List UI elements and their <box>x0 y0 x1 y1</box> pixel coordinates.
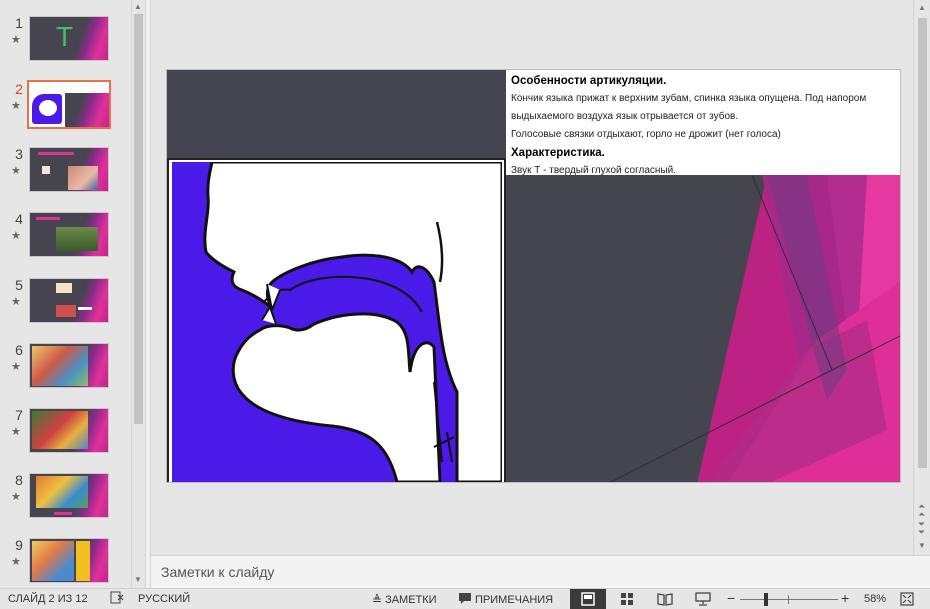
slide-preview <box>29 538 109 583</box>
thumb-title-letter: T <box>56 21 74 52</box>
slide-thumbnail-4[interactable]: 4 ★ <box>0 211 128 271</box>
slide-thumbnail-1[interactable]: 1 ★ T <box>0 15 128 75</box>
animation-star-icon: ★ <box>11 165 21 177</box>
slide-counter: СЛАЙД 2 ИЗ 12 <box>8 593 88 605</box>
slide-number: 7 <box>15 407 23 423</box>
notes-button-label: ЗАМЕТКИ <box>385 593 437 606</box>
scroll-down-arrow-icon[interactable]: ▼ <box>134 575 142 584</box>
slide-number: 5 <box>15 277 23 293</box>
mouth-profile-image <box>172 162 502 482</box>
animation-star-icon: ★ <box>11 230 21 242</box>
slide-thumbnail-2[interactable]: 2 ★ <box>0 80 128 141</box>
comments-button-label: ПРИМЕЧАНИЯ <box>475 593 554 606</box>
animation-star-icon: ★ <box>11 34 21 46</box>
slide-thumbnail-5[interactable]: 5 ★ <box>0 277 128 337</box>
notes-pane[interactable]: Заметки к слайду <box>151 555 930 588</box>
slide-preview <box>29 212 109 257</box>
slide-number: 4 <box>15 211 23 227</box>
status-bar: СЛАЙД 2 ИЗ 12 РУССКИЙ ≜ ЗАМЕТКИ ПРИМЕЧАН… <box>0 588 930 609</box>
articulation-text: Кончик языка прижат к верхним зубам, спи… <box>511 93 867 122</box>
characteristic-text: Звук Т - твердый глухой согласный. <box>511 165 676 176</box>
articulation-heading: Особенности артикуляции. <box>511 75 667 87</box>
previous-slide-icon[interactable]: ⏶ ⏶ <box>918 502 925 519</box>
slide-thumbnail-6[interactable]: 6 ★ <box>0 342 128 402</box>
normal-view-button[interactable] <box>570 589 606 609</box>
slide-preview <box>29 343 109 388</box>
slide-number: 8 <box>15 472 23 488</box>
spell-check-icon[interactable] <box>110 591 124 608</box>
vocal-cords-text: Голосовые связки отдыхают, горло не дрож… <box>511 129 781 140</box>
scroll-up-arrow-icon[interactable]: ▲ <box>134 2 142 11</box>
animation-star-icon: ★ <box>11 426 21 438</box>
slide-preview <box>29 408 109 453</box>
slide-scrollbar[interactable]: ▲ ⏶ ⏶ ⏷ ⏷ ▼ <box>913 0 930 555</box>
scrollbar-thumb[interactable] <box>134 14 143 424</box>
slide-thumbnail-8[interactable]: 8 ★ <box>0 472 128 532</box>
reading-view-icon[interactable] <box>657 592 673 609</box>
animation-star-icon: ★ <box>11 100 21 112</box>
slide-preview <box>29 147 109 192</box>
slide-number: 1 <box>15 15 23 31</box>
slide-thumbnail-pane: 1 ★ T 2 ★ 3 ★ 4 ★ 5 ★ 6 ★ 7 ★ 8 ★ 9 ★ <box>0 0 131 588</box>
animation-star-icon: ★ <box>11 491 21 503</box>
scroll-down-arrow-icon[interactable]: ▼ <box>918 541 926 550</box>
articulation-text-box[interactable]: Особенности артикуляции. Кончик языка пр… <box>506 70 900 176</box>
slide-number: 9 <box>15 537 23 553</box>
fit-to-window-icon[interactable] <box>900 592 914 609</box>
zoom-level[interactable]: 58% <box>864 593 886 605</box>
slide-preview <box>29 473 109 518</box>
language-indicator[interactable]: РУССКИЙ <box>138 593 190 605</box>
next-slide-icon[interactable]: ⏷ ⏷ <box>918 520 925 537</box>
animation-star-icon: ★ <box>11 361 21 373</box>
notes-icon: ≜ <box>372 592 383 607</box>
scrollbar-thumb[interactable] <box>918 18 927 468</box>
zoom-in-button[interactable]: + <box>841 590 849 606</box>
characteristic-heading: Характеристика. <box>511 147 605 159</box>
normal-view-icon <box>581 592 595 606</box>
notes-button[interactable]: ≜ ЗАМЕТКИ <box>372 590 437 609</box>
slide-preview: T <box>29 16 109 61</box>
slide-number: 2 <box>15 81 23 97</box>
slide-preview <box>27 80 111 129</box>
slide-thumbnail-3[interactable]: 3 ★ <box>0 146 128 206</box>
animation-star-icon: ★ <box>11 556 21 568</box>
slide-number: 3 <box>15 146 23 162</box>
slide-number: 6 <box>15 342 23 358</box>
slide-canvas[interactable]: Особенности артикуляции. Кончик языка пр… <box>166 69 901 483</box>
zoom-slider-handle[interactable] <box>763 593 768 606</box>
thumbnail-scrollbar[interactable]: ▲ ▼ <box>131 0 145 588</box>
zoom-out-button[interactable]: − <box>727 590 735 606</box>
slide-sorter-view-icon[interactable] <box>620 592 634 609</box>
scroll-up-arrow-icon[interactable]: ▲ <box>918 3 926 12</box>
comment-icon <box>458 592 472 608</box>
slide-thumbnail-7[interactable]: 7 ★ <box>0 407 128 467</box>
notes-placeholder: Заметки к слайду <box>161 564 275 580</box>
animation-star-icon: ★ <box>11 296 21 308</box>
comments-button[interactable]: ПРИМЕЧАНИЯ <box>458 590 553 609</box>
zoom-slider[interactable] <box>740 593 838 606</box>
slide-preview <box>29 278 109 323</box>
articulation-diagram[interactable] <box>167 158 506 482</box>
slideshow-view-icon[interactable] <box>695 592 711 609</box>
zoom-slider-center-tick <box>788 595 789 604</box>
